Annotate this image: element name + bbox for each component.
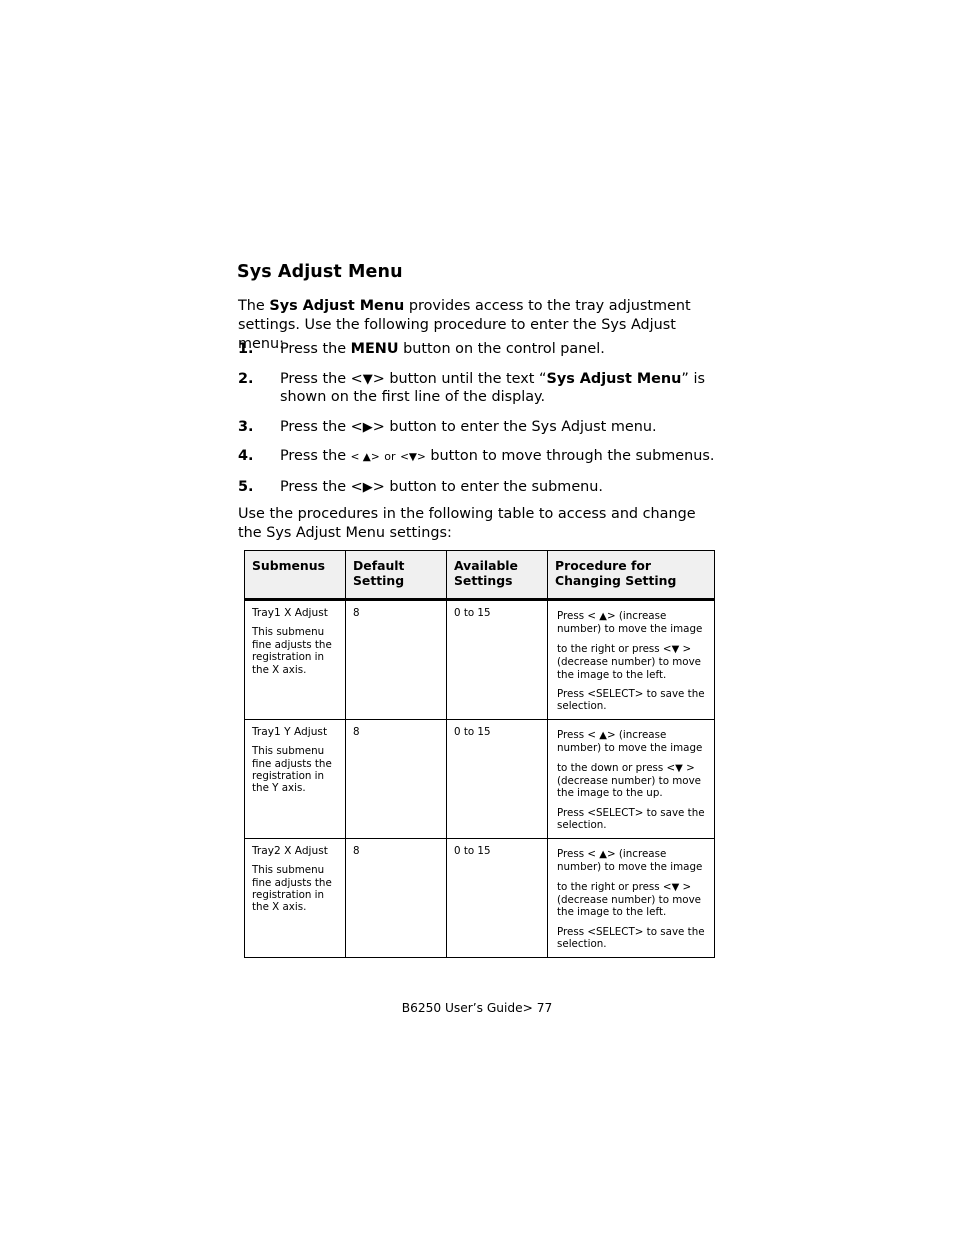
procedure-line: Press < ▲> (increase number) to move the… xyxy=(557,610,703,636)
down-arrow-icon: ▼ xyxy=(671,881,680,893)
step-number: 4. xyxy=(238,448,254,464)
right-arrow-icon: ▶ xyxy=(362,479,373,495)
procedure-line: Press <SELECT> to save the selection. xyxy=(557,925,705,951)
intro-text-before: The xyxy=(238,298,270,314)
step-number: 1. xyxy=(238,341,254,357)
submenu-name: Tray2 X Adjust xyxy=(252,844,328,857)
down-arrow-token: <▼> xyxy=(400,451,426,463)
down-arrow-icon: ▼ xyxy=(408,451,417,463)
step-text-before: Press the <▼> button until the text “ xyxy=(280,370,547,387)
right-arrow-icon: ▶ xyxy=(362,419,373,435)
column-header-available-settings: Available Settings xyxy=(446,550,548,601)
table-intro-paragraph: Use the procedures in the following tabl… xyxy=(238,506,696,541)
or-conjunction: or xyxy=(384,450,396,463)
submenu-description: This submenu fine adjusts the registrati… xyxy=(252,864,332,914)
up-arrow-icon: ▲ xyxy=(599,611,607,622)
list-item: 1. Press the MENU button on the control p… xyxy=(238,340,728,359)
down-arrow-icon: ▼ xyxy=(675,762,683,774)
cell-default-setting: 8 xyxy=(345,719,447,839)
list-item: 5. Press the <▶> button to enter the subm… xyxy=(238,478,728,497)
table-row: Tray2 X Adjust This submenu fine adjusts… xyxy=(244,838,715,958)
cell-available-settings: 0 to 15 xyxy=(446,719,548,839)
down-arrow-icon: ▼ xyxy=(671,643,680,655)
procedure-line: Press <SELECT> to save the selection. xyxy=(557,806,705,832)
submenu-name: Tray1 Y Adjust xyxy=(252,725,328,738)
procedure-line: to the right or press <▼ > (decrease num… xyxy=(557,880,702,919)
procedure-step-list: 1. Press the MENU button on the control p… xyxy=(238,340,728,507)
column-header-default-setting: Default Setting xyxy=(345,550,447,601)
list-item: 2. Press the <▼> button until the text “S… xyxy=(238,370,728,407)
submenu-description: This submenu fine adjusts the registrati… xyxy=(252,745,332,795)
document-page: Sys Adjust Menu The Sys Adjust Menu prov… xyxy=(0,0,954,1235)
cell-submenu: Tray1 Y Adjust This submenu fine adjusts… xyxy=(244,719,346,839)
submenu-description: This submenu fine adjusts the registrati… xyxy=(252,626,332,676)
cell-default-setting: 8 xyxy=(345,599,447,720)
list-item: 4. Press the < ▲> or <▼> button to move t… xyxy=(238,447,728,467)
step-text-before: Press the <▶> button to enter the submen… xyxy=(280,478,603,495)
procedure-line: Press < ▲> (increase number) to move the… xyxy=(557,728,703,755)
sys-adjust-settings-table: Submenus Default Setting Available Setti… xyxy=(244,550,715,958)
down-arrow-icon: ▼ xyxy=(362,371,373,387)
cell-available-settings: 0 to 15 xyxy=(446,838,548,958)
step-text-before: Press the < ▲> or <▼> button to move thr… xyxy=(280,448,715,464)
step-number: 2. xyxy=(238,370,254,387)
page-footer: B6250 User’s Guide> 77 xyxy=(401,1001,553,1015)
step-number: 3. xyxy=(238,418,254,435)
step-text-before: Press the xyxy=(280,341,351,357)
step-number: 5. xyxy=(238,478,254,495)
table-row: Tray1 Y Adjust This submenu fine adjusts… xyxy=(244,719,715,839)
step-text-before: Press the <▶> button to enter the Sys Ad… xyxy=(280,418,657,435)
up-arrow-icon: ▲ xyxy=(599,729,607,741)
up-arrow-icon: ▲ xyxy=(362,451,371,463)
column-header-submenus: Submenus xyxy=(244,550,346,601)
procedure-line: Press < ▲> (increase number) to move the… xyxy=(557,847,703,874)
step-text-bold: MENU xyxy=(350,341,399,357)
list-item: 3. Press the <▶> button to enter the Sys … xyxy=(238,418,728,437)
procedure-line: Press <SELECT> to save the selection. xyxy=(557,688,705,713)
cell-procedure: Press < ▲> (increase number) to move the… xyxy=(547,599,715,720)
cell-submenu: Tray1 X Adjust This submenu fine adjusts… xyxy=(244,599,346,720)
table-header-row: Submenus Default Setting Available Setti… xyxy=(244,550,715,601)
up-arrow-icon: ▲ xyxy=(599,848,607,860)
page-title: Sys Adjust Menu xyxy=(237,262,403,282)
procedure-line: to the right or press <▼ > (decrease num… xyxy=(557,642,702,681)
submenu-name: Tray1 X Adjust xyxy=(252,607,328,619)
table-row: Tray1 X Adjust This submenu fine adjusts… xyxy=(244,599,715,720)
column-header-procedure: Procedure for Changing Setting xyxy=(547,550,715,601)
step-text-bold: Sys Adjust Menu xyxy=(546,370,682,387)
cell-procedure: Press < ▲> (increase number) to move the… xyxy=(548,838,715,957)
procedure-line: to the down or press <▼ > (decrease numb… xyxy=(557,761,702,800)
cell-submenu: Tray2 X Adjust This submenu fine adjusts… xyxy=(244,838,346,958)
cell-procedure: Press < ▲> (increase number) to move the… xyxy=(547,719,715,839)
intro-text-bold: Sys Adjust Menu xyxy=(269,298,405,314)
cell-available-settings: 0 to 15 xyxy=(446,599,548,720)
step-text-after: button on the control panel. xyxy=(398,341,605,357)
cell-default-setting: 8 xyxy=(345,838,447,958)
up-arrow-token: < ▲> xyxy=(350,451,380,463)
